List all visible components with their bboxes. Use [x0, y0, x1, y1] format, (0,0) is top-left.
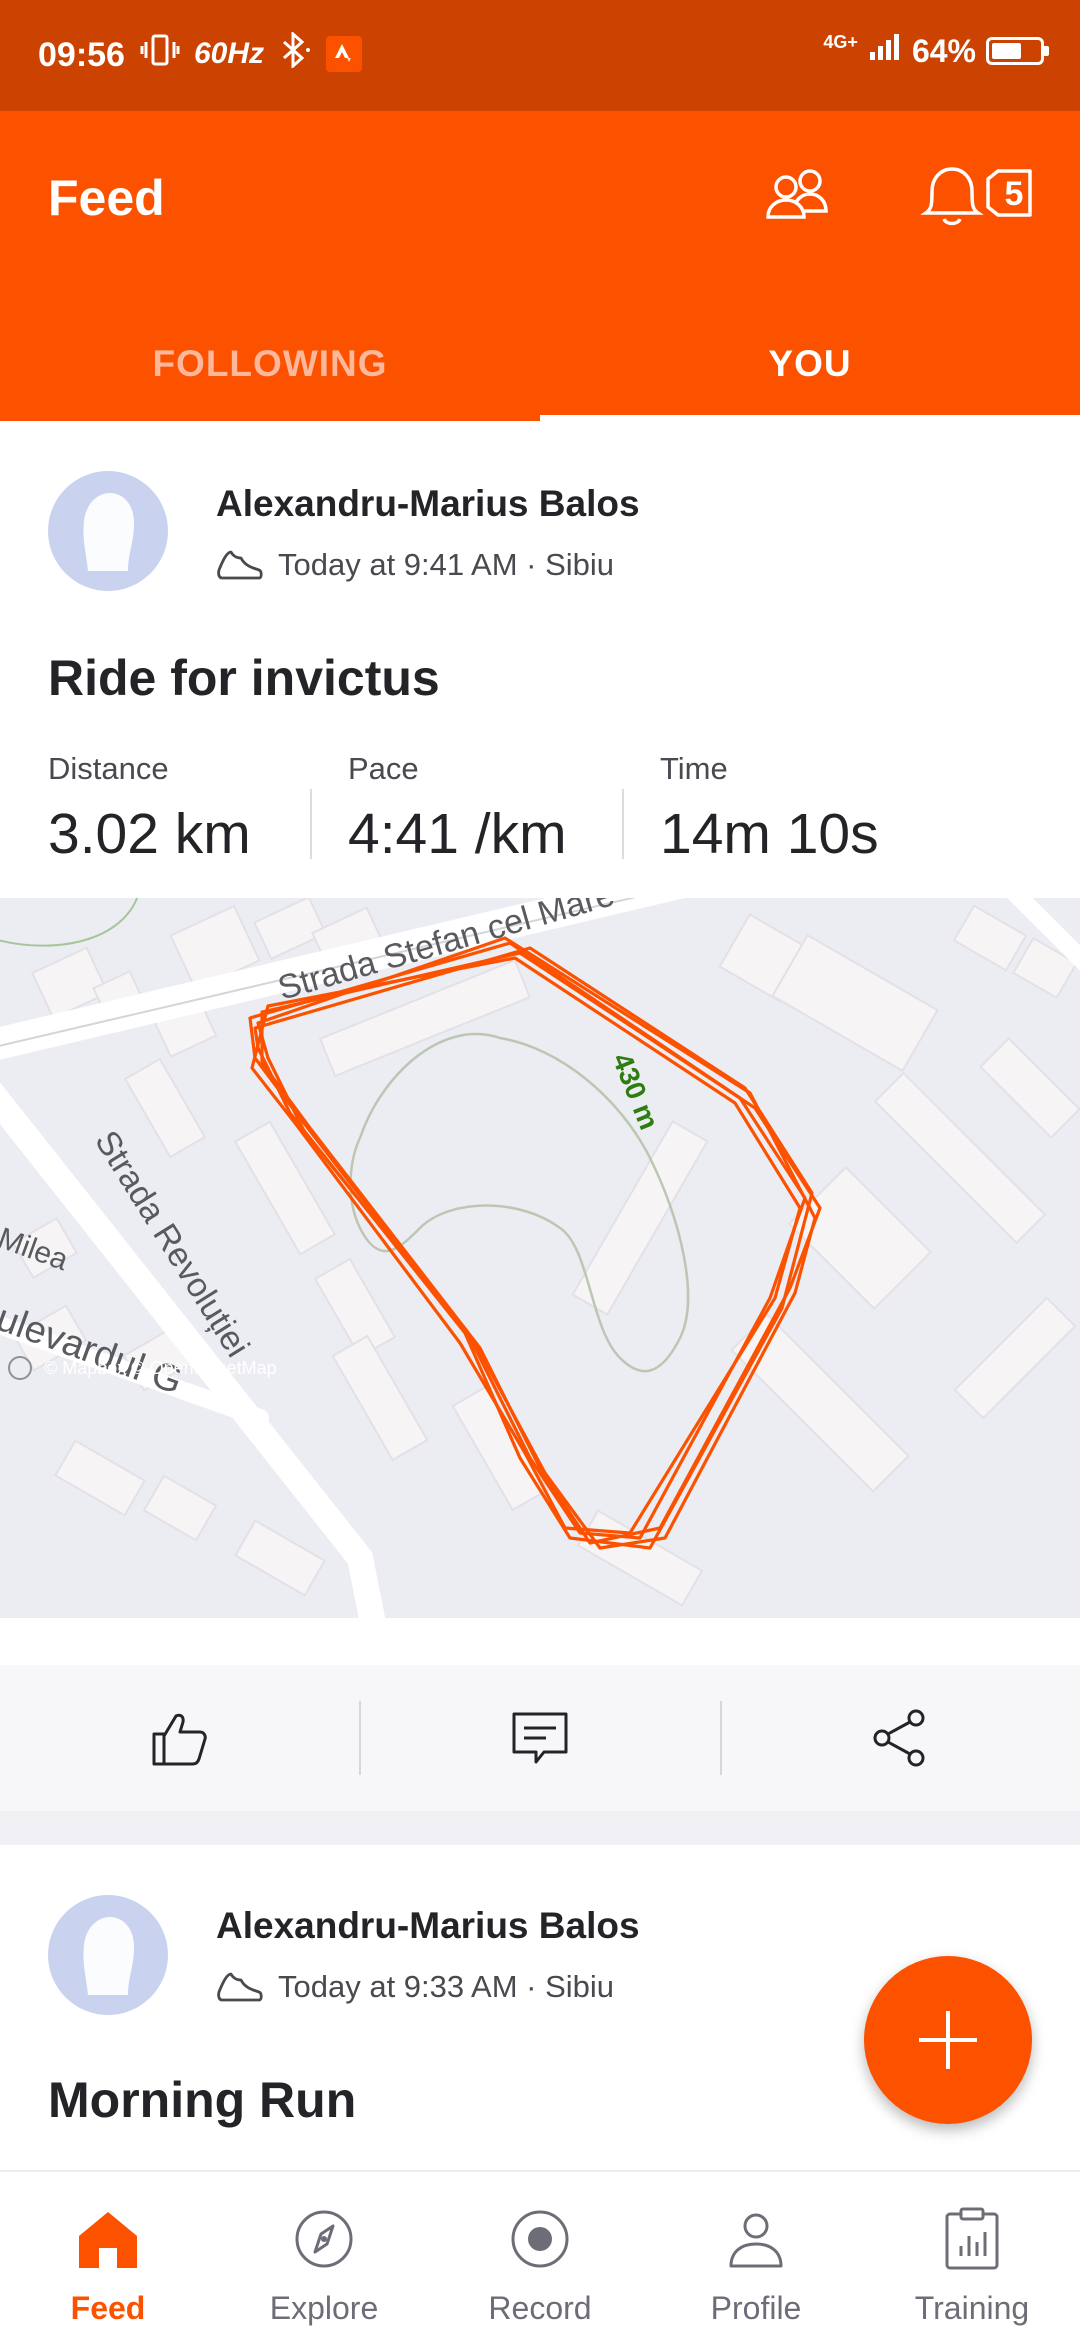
thumbs-up-icon: [152, 1713, 207, 1766]
add-activity-button[interactable]: [864, 1956, 1032, 2124]
record-icon: [505, 2204, 575, 2274]
comment-icon: [512, 1712, 568, 1764]
nav-training[interactable]: Training: [864, 2172, 1080, 2340]
card-separator: [0, 1811, 1080, 1845]
page-title: Feed: [48, 170, 165, 226]
comment-button[interactable]: [360, 1665, 720, 1811]
compass-icon: [289, 2204, 359, 2274]
battery-percent: 64%: [911, 32, 976, 69]
stat-time: Time 14m 10s: [660, 751, 879, 867]
stat-divider: [310, 789, 312, 859]
network-type: 4G+: [823, 32, 858, 52]
nav-label: Profile: [710, 2290, 802, 2326]
activity-time-location: Today at 9:41 AM · Sibiu: [278, 547, 615, 582]
stat-value: 4:41 /km: [348, 802, 567, 866]
tab-following[interactable]: FOLLOWING: [0, 306, 540, 421]
clipboard-chart-icon: [937, 2204, 1007, 2274]
default-avatar-icon: [83, 493, 134, 571]
activity-card[interactable]: Alexandru-Marius Balos Today at 9:41 AM …: [0, 421, 1080, 898]
mapbox-logo-icon: [8, 1356, 32, 1380]
person-icon: [721, 2204, 791, 2274]
activity-actions: [0, 1665, 1080, 1811]
stat-value: 14m 10s: [660, 802, 879, 866]
nav-label: Explore: [269, 2290, 379, 2326]
avatar[interactable]: [48, 1895, 168, 2015]
nav-record[interactable]: Record: [432, 2172, 648, 2340]
route-path: [248, 936, 822, 1550]
people-icon: [766, 169, 828, 219]
notifications-button[interactable]: 5: [918, 161, 1038, 236]
feed-tabs: FOLLOWING YOU: [0, 306, 1080, 421]
kudos-button[interactable]: [0, 1665, 360, 1811]
map-attribution: © Mapbox © OpenStreetMap: [44, 1358, 277, 1378]
stat-label: Pace: [348, 751, 419, 786]
segment-label: 430 m: [606, 1049, 664, 1134]
activity-title[interactable]: Morning Run: [48, 2071, 356, 2129]
nav-label: Training: [914, 2290, 1030, 2326]
stat-label: Distance: [48, 751, 169, 786]
stat-pace: Pace 4:41 /km: [348, 751, 567, 867]
nav-label: Record: [488, 2290, 592, 2326]
battery-icon: [986, 37, 1049, 65]
bottom-navigation: Feed Explore Record Profile Training: [0, 2170, 1080, 2340]
signal-icon: [868, 32, 902, 70]
route-map: Strada Stefan cel Mare Strada Revoluției…: [0, 898, 1080, 1618]
default-avatar-icon: [83, 1917, 134, 1995]
nav-label: Feed: [70, 2290, 146, 2326]
bluetooth-icon: [278, 30, 312, 76]
athlete-name[interactable]: Alexandru-Marius Balos: [216, 483, 640, 525]
nav-profile[interactable]: Profile: [648, 2172, 864, 2340]
activity-meta: Today at 9:41 AM · Sibiu: [216, 547, 614, 583]
share-icon: [873, 1709, 925, 1767]
notification-count-badge: 5: [1004, 175, 1024, 213]
status-bar: 09:56 60Hz 4G+ 64%: [0, 0, 1080, 111]
shoe-icon: [217, 1972, 263, 2002]
activity-meta: Today at 9:33 AM · Sibiu: [216, 1969, 614, 2005]
athlete-name[interactable]: Alexandru-Marius Balos: [216, 1905, 640, 1947]
refresh-rate-label: 60Hz: [194, 37, 265, 70]
home-icon: [73, 2204, 143, 2274]
find-friends-button[interactable]: [762, 163, 832, 228]
tab-you[interactable]: YOU: [540, 306, 1080, 421]
stat-value: 3.02 km: [48, 802, 251, 866]
stat-divider: [622, 789, 624, 859]
activity-time-location: Today at 9:33 AM · Sibiu: [278, 1969, 615, 2004]
shoe-icon: [217, 550, 263, 580]
strava-app-icon: [326, 36, 363, 72]
vibrate-icon: [140, 32, 180, 76]
status-time: 09:56: [38, 36, 125, 74]
activity-map[interactable]: Strada Stefan cel Mare Strada Revoluției…: [0, 898, 1080, 1618]
stat-label: Time: [660, 751, 728, 786]
app-header: Feed 5 FOLLOWING YOU: [0, 111, 1080, 421]
plus-icon: [919, 2011, 977, 2069]
stat-distance: Distance 3.02 km: [48, 751, 251, 867]
activity-title[interactable]: Ride for invictus: [48, 649, 440, 707]
status-icons-right: 4G+ 64%: [823, 32, 1049, 70]
nav-explore[interactable]: Explore: [216, 2172, 432, 2340]
activity-stats: Distance 3.02 km Pace 4:41 /km Time 14m …: [0, 751, 1080, 866]
avatar[interactable]: [48, 471, 168, 591]
nav-feed[interactable]: Feed: [0, 2172, 216, 2340]
share-button[interactable]: [720, 1665, 1080, 1811]
status-icons-left: 60Hz: [140, 30, 363, 76]
